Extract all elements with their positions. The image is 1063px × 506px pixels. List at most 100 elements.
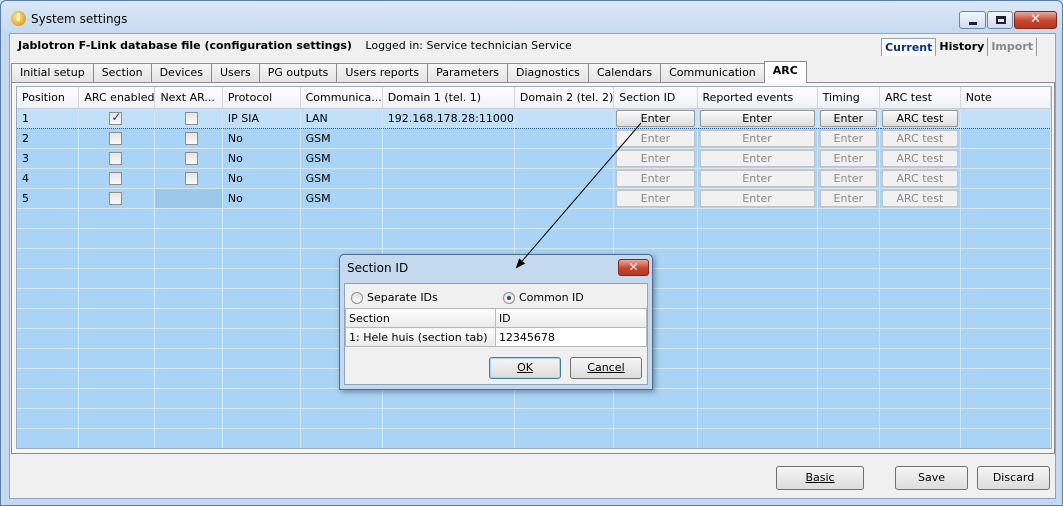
column-header[interactable]: Position [17,87,80,109]
dialog-close-button[interactable]: ✕ [618,259,649,276]
communication-cell[interactable]: LAN [300,107,383,129]
arc-test-button[interactable]: ARC test [881,150,958,167]
domain2-cell[interactable] [514,148,615,169]
tab-calendars[interactable]: Calendars [587,63,661,83]
column-header[interactable]: ARC test [879,87,961,109]
note-cell[interactable] [960,168,1051,189]
section-id-enter-button[interactable]: Enter [616,170,695,187]
tab-users-reports[interactable]: Users reports [336,63,428,83]
timing-enter-button[interactable]: Enter [819,130,877,147]
timing-enter-button[interactable]: Enter [819,170,877,187]
ok-button[interactable]: OK [489,357,561,379]
app-power-icon [11,11,26,26]
save-button[interactable]: Save [895,466,968,490]
table-row[interactable]: 2 No GSM Enter Enter Enter ARC test [17,128,1051,149]
common-id-radio[interactable]: Common ID [503,291,584,304]
timing-enter-button[interactable]: Enter [819,110,877,127]
column-header[interactable]: Section ID [613,87,698,109]
tab-diagnostics[interactable]: Diagnostics [507,63,588,83]
domain1-cell[interactable] [382,128,515,149]
reported-events-enter-button[interactable]: Enter [699,170,815,187]
section-id-enter-button[interactable]: Enter [616,130,695,147]
protocol-cell[interactable]: No [222,188,301,209]
separate-ids-radio[interactable]: Separate IDs [351,291,438,304]
table-row[interactable]: 1IP SIALAN192.168.178.28:11000EnterEnter… [17,107,1051,129]
note-cell[interactable] [960,107,1051,129]
cancel-button[interactable]: Cancel [570,357,642,379]
radio-circle-icon [351,291,363,304]
communication-cell[interactable]: GSM [300,188,383,209]
domain2-cell[interactable] [514,107,615,129]
column-header[interactable]: ARC enabled [78,87,156,109]
communication-cell[interactable]: GSM [300,148,383,169]
domain1-cell[interactable]: 192.168.178.28:11000 [382,107,515,129]
table-row[interactable]: 5 No GSM Enter Enter Enter ARC test [17,188,1051,209]
note-cell[interactable] [960,148,1051,169]
basic-button[interactable]: Basic [776,466,864,490]
timing-enter-button[interactable]: Enter [819,150,877,167]
maximize-button[interactable] [987,11,1013,29]
tab-communication[interactable]: Communication [660,63,764,83]
domain2-cell[interactable] [514,128,615,149]
protocol-cell[interactable]: No [222,148,301,169]
reported-events-enter-button[interactable]: Enter [699,130,815,147]
mode-tab-history[interactable]: History [936,38,989,56]
arc-enabled-checkbox[interactable] [109,171,123,185]
column-header[interactable]: Reported events [697,87,818,109]
domain1-cell[interactable] [382,168,515,189]
column-header[interactable]: Note [960,87,1051,109]
communication-cell[interactable]: GSM [300,168,383,189]
section-id-enter-button[interactable]: Enter [616,110,695,127]
tab-devices[interactable]: Devices [150,63,211,83]
next-arc-checkbox[interactable] [185,111,199,125]
arc-test-button[interactable]: ARC test [881,110,958,127]
communication-cell[interactable]: GSM [300,128,383,149]
timing-enter-button[interactable]: Enter [819,190,877,207]
tab-initial-setup[interactable]: Initial setup [11,63,93,83]
tab-parameters[interactable]: Parameters [427,63,508,83]
domain2-cell[interactable] [514,188,615,209]
next-arc-checkbox[interactable] [185,131,199,145]
reported-events-enter-button[interactable]: Enter [699,190,815,207]
arc-enabled-checkbox[interactable] [109,131,123,145]
tab-section[interactable]: Section [92,63,151,83]
table-row[interactable]: 4 No GSM Enter Enter Enter ARC test [17,168,1051,189]
arc-enabled-checkbox[interactable] [109,191,123,205]
discard-button[interactable]: Discard [977,466,1050,490]
empty-cell [960,228,1051,249]
note-cell[interactable] [960,128,1051,149]
note-cell[interactable] [960,188,1051,209]
column-header[interactable]: Domain 1 (tel. 1) [382,87,515,109]
domain2-cell[interactable] [514,168,615,189]
column-header[interactable]: Timing [817,87,880,109]
reported-events-enter-button[interactable]: Enter [699,150,815,167]
arc-enabled-checkbox[interactable] [109,151,123,165]
column-header[interactable]: Domain 2 (tel. 2) [514,87,615,109]
section-id-enter-button[interactable]: Enter [616,190,695,207]
arc-test-button[interactable]: ARC test [881,170,958,187]
protocol-cell[interactable]: No [222,128,301,149]
table-row[interactable]: 3 No GSM Enter Enter Enter ARC test [17,148,1051,169]
column-header[interactable]: Protocol [222,87,301,109]
arc-test-button[interactable]: ARC test [881,190,958,207]
reported-events-enter-button[interactable]: Enter [699,110,815,127]
tab-pg-outputs[interactable]: PG outputs [258,63,337,83]
next-arc-checkbox[interactable] [185,151,199,165]
column-header[interactable]: Communica... [300,87,383,109]
tab-arc[interactable]: ARC [763,61,807,83]
column-header[interactable]: Next AR... [154,87,223,109]
next-arc-checkbox[interactable] [185,171,199,185]
domain1-cell[interactable] [382,148,515,169]
arc-test-button[interactable]: ARC test [881,130,958,147]
title-bar[interactable]: System settings ✕ [1,1,1062,33]
protocol-cell[interactable]: No [222,168,301,189]
section-id-enter-button[interactable]: Enter [616,150,695,167]
section-id-value[interactable]: 12345678 [494,327,648,347]
protocol-cell[interactable]: IP SIA [222,107,301,129]
minimize-button[interactable] [959,11,986,29]
close-button[interactable]: ✕ [1014,11,1057,29]
mode-tab-current[interactable]: Current [881,38,937,56]
domain1-cell[interactable] [382,188,515,209]
arc-enabled-checkbox[interactable] [109,110,123,125]
tab-users[interactable]: Users [210,63,259,83]
